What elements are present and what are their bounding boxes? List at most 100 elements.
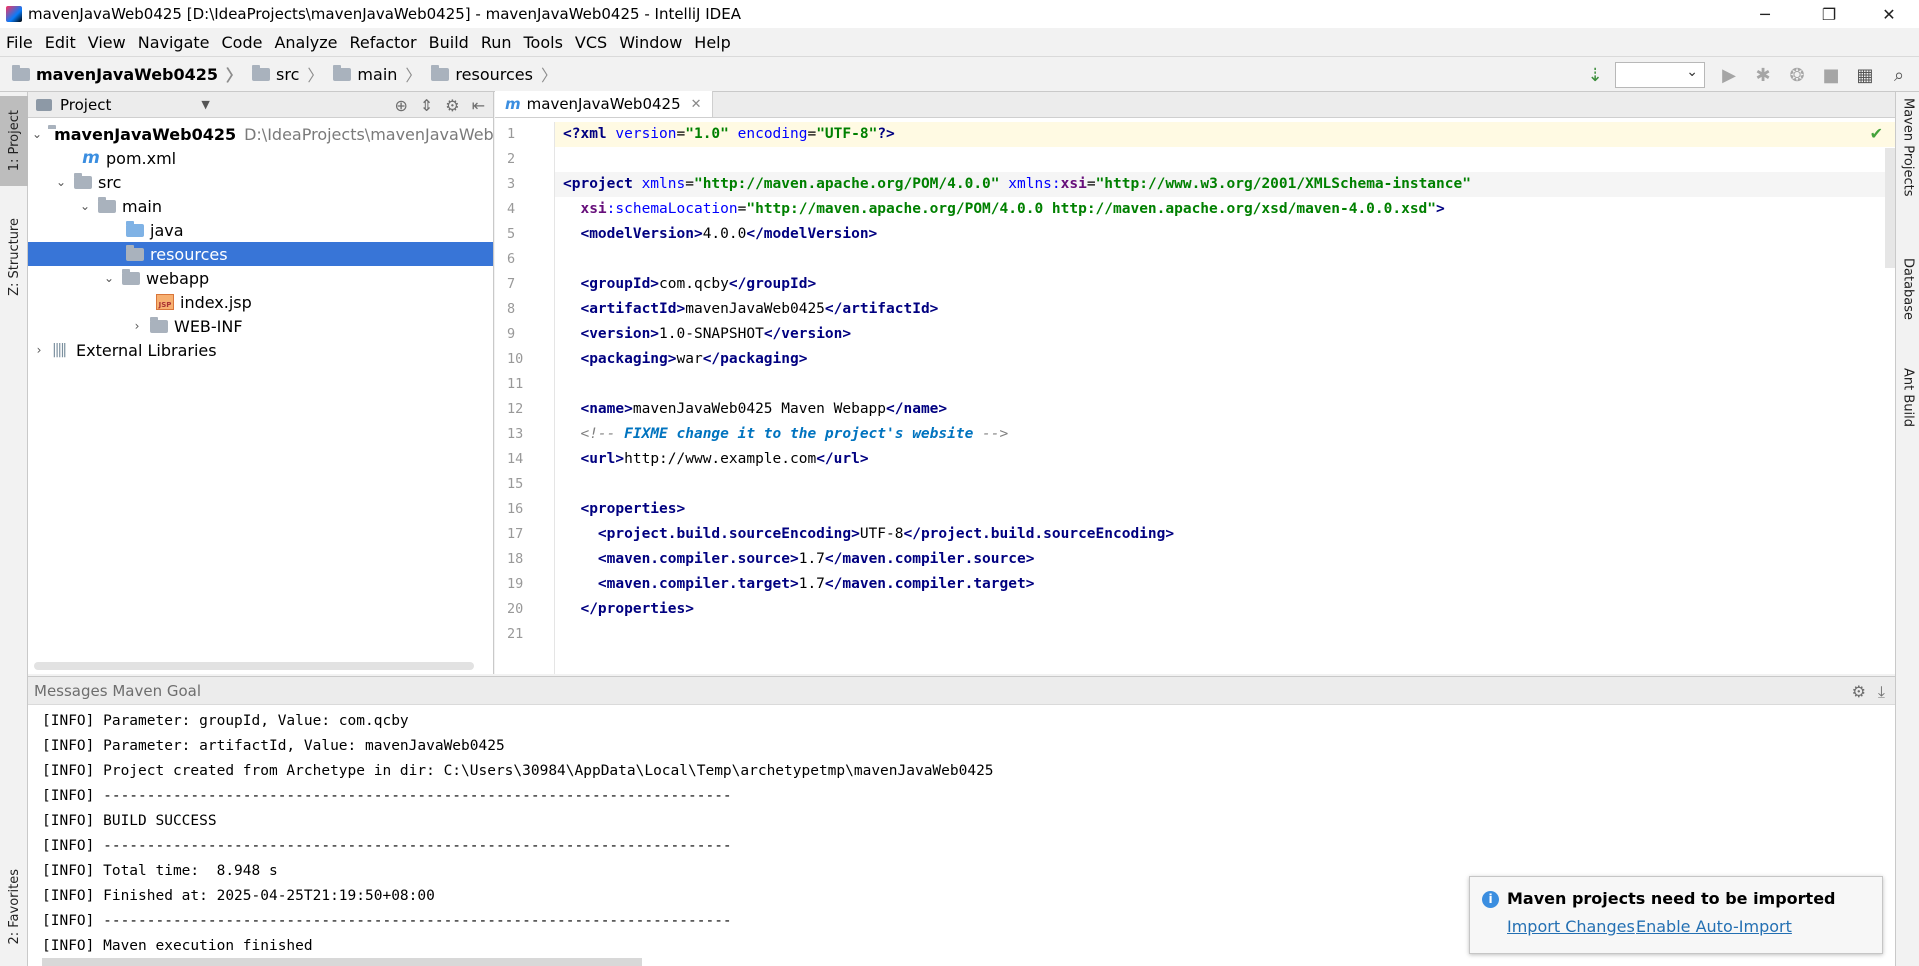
debug-icon[interactable]: ✱ bbox=[1749, 61, 1777, 89]
breadcrumb-main[interactable]: main 〉 bbox=[333, 62, 421, 86]
code-line[interactable]: <maven.compiler.source>1.7</maven.compil… bbox=[555, 547, 1895, 572]
code-line[interactable]: </properties> bbox=[555, 597, 1895, 622]
tree-item-webapp[interactable]: ⌄ webapp bbox=[28, 266, 493, 290]
code-line[interactable] bbox=[555, 372, 1895, 397]
tree-item-pom[interactable]: m pom.xml bbox=[28, 146, 493, 170]
menu-file[interactable]: File bbox=[6, 33, 33, 52]
chevron-down-icon[interactable]: ⌄ bbox=[78, 199, 92, 213]
code-line[interactable]: <!-- FIXME change it to the project's we… bbox=[555, 422, 1895, 447]
console-line: [INFO] Parameter: groupId, Value: com.qc… bbox=[42, 713, 409, 729]
close-icon[interactable]: ✕ bbox=[691, 97, 702, 112]
breadcrumb-src[interactable]: src 〉 bbox=[252, 62, 323, 86]
menu-edit[interactable]: Edit bbox=[45, 33, 76, 52]
project-structure-icon[interactable]: ▦ bbox=[1851, 61, 1879, 89]
menu-build[interactable]: Build bbox=[429, 33, 469, 52]
menu-help[interactable]: Help bbox=[694, 33, 730, 52]
code-line[interactable] bbox=[555, 147, 1895, 172]
code-line[interactable]: <modelVersion>4.0.0</modelVersion> bbox=[555, 222, 1895, 247]
stop-icon[interactable]: ■ bbox=[1817, 61, 1845, 89]
gear-icon[interactable]: ⚙ bbox=[1852, 682, 1866, 702]
hide-icon[interactable]: ⇤ bbox=[472, 96, 485, 115]
tree-item-web-inf[interactable]: › WEB-INF bbox=[28, 314, 493, 338]
search-icon[interactable]: ⌕ bbox=[1885, 61, 1913, 89]
gear-icon[interactable]: ⚙ bbox=[445, 96, 459, 115]
code-line[interactable]: xsi:schemaLocation="http://maven.apache.… bbox=[555, 197, 1895, 222]
breadcrumb-project[interactable]: mavenJavaWeb0425 〉 bbox=[12, 62, 242, 86]
console-line: [INFO] ---------------------------------… bbox=[42, 913, 732, 929]
tree-item-java[interactable]: java bbox=[28, 218, 493, 242]
vertical-scrollbar[interactable] bbox=[1885, 148, 1895, 268]
tab-project[interactable]: 1: Project bbox=[0, 96, 28, 186]
tab-maven-projects[interactable]: Maven Projects bbox=[1896, 98, 1919, 228]
line-number: 13 bbox=[507, 426, 524, 442]
chevron-right-icon[interactable]: › bbox=[32, 343, 46, 357]
code-line[interactable] bbox=[555, 472, 1895, 497]
code-line[interactable]: <url>http://www.example.com</url> bbox=[555, 447, 1895, 472]
minimize-button[interactable]: ─ bbox=[1742, 0, 1788, 28]
tab-database[interactable]: Database bbox=[1896, 258, 1919, 348]
code-line[interactable]: <artifactId>mavenJavaWeb0425</artifactId… bbox=[555, 297, 1895, 322]
tree-item-project-root[interactable]: ⌄ mavenJavaWeb0425 D:\IdeaProjects\maven… bbox=[28, 122, 493, 146]
code-line[interactable] bbox=[555, 247, 1895, 272]
console-line: [INFO] Project created from Archetype in… bbox=[42, 763, 994, 779]
tree-item-external-libraries[interactable]: › |||‖ External Libraries bbox=[28, 338, 493, 362]
tab-ant-build[interactable]: Ant Build bbox=[1896, 368, 1919, 468]
right-tool-stripe: Maven Projects Database Ant Build bbox=[1895, 92, 1919, 966]
tab-favorites[interactable]: 2: Favorites bbox=[0, 857, 28, 957]
chevron-down-icon[interactable]: ⌄ bbox=[54, 175, 68, 189]
code-line[interactable]: <properties> bbox=[555, 497, 1895, 522]
code-line[interactable]: <project.build.sourceEncoding>UTF-8</pro… bbox=[555, 522, 1895, 547]
menu-code[interactable]: Code bbox=[222, 33, 263, 52]
tree-item-label: index.jsp bbox=[180, 292, 252, 312]
folder-icon bbox=[150, 316, 168, 333]
menu-window[interactable]: Window bbox=[619, 33, 682, 52]
tree-item-resources[interactable]: resources bbox=[28, 242, 493, 266]
code-line[interactable]: <packaging>war</packaging> bbox=[555, 347, 1895, 372]
code-line[interactable]: <version>1.0-SNAPSHOT</version> bbox=[555, 322, 1895, 347]
line-number-gutter: 1 2 3 4 5 6 7 8 9 10 11 12 13 14 15 16 17 18 19 20 21 bbox=[495, 122, 555, 674]
code-area[interactable]: <?xml version="1.0" encoding="UTF-8"?> <p… bbox=[555, 122, 1895, 674]
hide-panel-icon[interactable]: ⤓ bbox=[1878, 682, 1885, 702]
menu-tools[interactable]: Tools bbox=[524, 33, 563, 52]
chevron-right-icon[interactable]: › bbox=[130, 319, 144, 333]
tree-item-src[interactable]: ⌄ src bbox=[28, 170, 493, 194]
tab-structure[interactable]: Z: Structure bbox=[0, 212, 28, 302]
breadcrumb-label: resources bbox=[455, 64, 533, 84]
import-changes-link[interactable]: Import Changes bbox=[1507, 917, 1635, 936]
breadcrumb-resources[interactable]: resources 〉 bbox=[431, 62, 557, 86]
menu-vcs[interactable]: VCS bbox=[575, 33, 607, 52]
menu-navigate[interactable]: Navigate bbox=[138, 33, 210, 52]
run-icon[interactable]: ▶ bbox=[1715, 61, 1743, 89]
maximize-button[interactable]: ❐ bbox=[1806, 0, 1852, 28]
menu-run[interactable]: Run bbox=[481, 33, 512, 52]
horizontal-scrollbar[interactable] bbox=[34, 662, 474, 670]
code-line[interactable]: <project xmlns="http://maven.apache.org/… bbox=[555, 172, 1895, 197]
menu-view[interactable]: View bbox=[88, 33, 126, 52]
tab-label: 1: Project bbox=[6, 110, 22, 172]
sort-download-icon[interactable]: ⇣ bbox=[1581, 61, 1609, 89]
close-window-button[interactable]: ✕ bbox=[1866, 0, 1912, 28]
run-configuration-select[interactable] bbox=[1615, 62, 1705, 88]
breadcrumb-label: mavenJavaWeb0425 bbox=[36, 64, 219, 84]
locate-icon[interactable]: ⊕ bbox=[394, 96, 407, 115]
chevron-down-icon[interactable]: ▼ bbox=[201, 98, 209, 111]
code-line[interactable]: <?xml version="1.0" encoding="UTF-8"?> bbox=[555, 122, 1895, 147]
coverage-icon[interactable]: ❂ bbox=[1783, 61, 1811, 89]
code-line[interactable]: <maven.compiler.target>1.7</maven.compil… bbox=[555, 572, 1895, 597]
code-line[interactable]: <groupId>com.qcby</groupId> bbox=[555, 272, 1895, 297]
horizontal-scrollbar[interactable] bbox=[42, 958, 642, 966]
editor-tab-pom[interactable]: m mavenJavaWeb0425 ✕ bbox=[495, 91, 713, 117]
line-number: 14 bbox=[507, 451, 524, 467]
tree-item-index-jsp[interactable]: JSP index.jsp bbox=[28, 290, 493, 314]
tree-item-main[interactable]: ⌄ main bbox=[28, 194, 493, 218]
chevron-down-icon[interactable]: ⌄ bbox=[102, 271, 116, 285]
menu-analyze[interactable]: Analyze bbox=[274, 33, 337, 52]
menu-refactor[interactable]: Refactor bbox=[350, 33, 417, 52]
chevron-down-icon[interactable]: ⌄ bbox=[32, 127, 42, 141]
code-line[interactable] bbox=[555, 622, 1895, 647]
collapse-all-icon[interactable]: ⇕ bbox=[420, 96, 433, 115]
project-panel-title[interactable]: Project bbox=[60, 96, 111, 114]
code-line[interactable]: <name>mavenJavaWeb0425 Maven Webapp</nam… bbox=[555, 397, 1895, 422]
enable-auto-import-link[interactable]: Enable Auto-Import bbox=[1636, 917, 1792, 936]
tree-item-label: java bbox=[150, 220, 184, 240]
